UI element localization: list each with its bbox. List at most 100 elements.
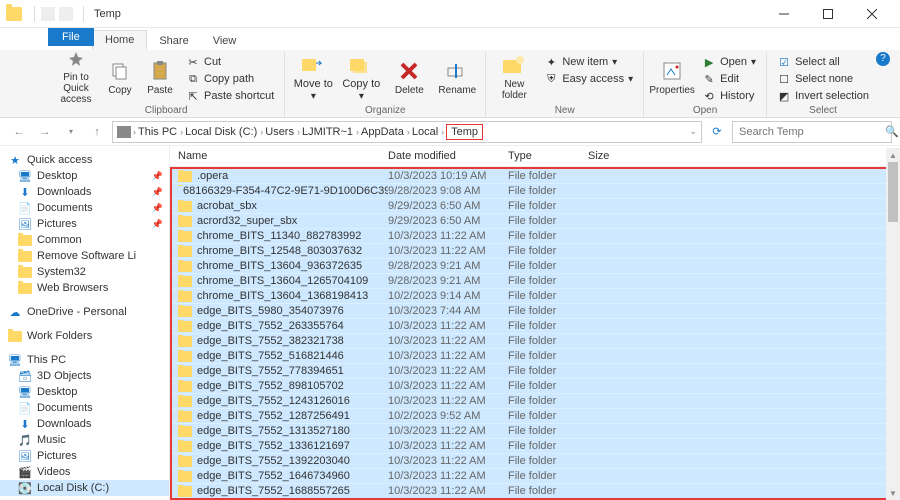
sidebar-item[interactable]: System32 [0, 264, 169, 280]
up-button[interactable]: ↑ [86, 121, 108, 143]
table-row[interactable]: edge_BITS_7552_77839465110/3/2023 11:22 … [172, 364, 898, 379]
tab-home[interactable]: Home [92, 30, 147, 50]
sidebar-item[interactable]: 🖼Pictures [0, 448, 169, 464]
table-row[interactable]: acrord32_super_sbx9/29/2023 6:50 AMFile … [172, 214, 898, 229]
new-folder-button[interactable]: New folder [492, 52, 536, 102]
sidebar-item[interactable]: 🗃3D Objects [0, 368, 169, 384]
col-name[interactable]: Name [178, 150, 388, 162]
table-row[interactable]: chrome_BITS_12548_80303763210/3/2023 11:… [172, 244, 898, 259]
select-none-button[interactable]: ☐Select none [773, 71, 873, 87]
table-row[interactable]: .opera10/3/2023 10:19 AMFile folder [172, 169, 898, 184]
table-row[interactable]: chrome_BITS_13604_9363726359/28/2023 9:2… [172, 259, 898, 274]
sidebar-this-pc[interactable]: 🖥This PC [0, 352, 169, 368]
close-button[interactable] [850, 0, 894, 28]
sidebar-item[interactable]: 📄Documents📌 [0, 200, 169, 216]
col-type[interactable]: Type [508, 150, 588, 162]
invert-selection-button[interactable]: ◩Invert selection [773, 88, 873, 104]
sidebar-onedrive[interactable]: ☁OneDrive - Personal [0, 304, 169, 320]
table-row[interactable]: edge_BITS_7552_51682144610/3/2023 11:22 … [172, 349, 898, 364]
breadcrumb-seg[interactable]: Local› [412, 126, 444, 138]
scroll-down-icon[interactable]: ▼ [886, 486, 900, 500]
cut-button[interactable]: ✂Cut [182, 54, 278, 70]
pin-button[interactable]: Pin to Quick access [54, 52, 98, 102]
help-icon[interactable]: ? [876, 52, 890, 66]
table-row[interactable]: edge_BITS_7552_164673496010/3/2023 11:22… [172, 469, 898, 484]
table-row[interactable]: edge_BITS_7552_139220304010/3/2023 11:22… [172, 454, 898, 469]
recent-button[interactable]: ▾ [60, 121, 82, 143]
scroll-thumb[interactable] [888, 162, 898, 222]
minimize-button[interactable] [762, 0, 806, 28]
scrollbar[interactable]: ▲ ▼ [886, 148, 900, 500]
sidebar-item[interactable]: 🖥Desktop [0, 384, 169, 400]
paste-shortcut-button[interactable]: ⇱Paste shortcut [182, 88, 278, 104]
window-title: Temp [94, 8, 121, 20]
easy-access-button[interactable]: ⛨Easy access ▾ [540, 71, 637, 87]
open-button[interactable]: ▶Open ▾ [698, 54, 760, 70]
breadcrumb-dropdown[interactable]: ⌄ [689, 126, 697, 137]
search-box[interactable]: 🔍 [732, 121, 892, 143]
tab-share[interactable]: Share [147, 32, 200, 50]
properties-button[interactable]: Properties [650, 52, 694, 102]
rename-button[interactable]: Rename [435, 52, 479, 102]
qat-icon[interactable] [59, 7, 73, 21]
sidebar-item[interactable]: ⬇Downloads📌 [0, 184, 169, 200]
scroll-up-icon[interactable]: ▲ [886, 148, 900, 162]
sidebar-item[interactable]: Common [0, 232, 169, 248]
table-row[interactable]: edge_BITS_7552_124312601610/3/2023 11:22… [172, 394, 898, 409]
breadcrumb-seg[interactable]: Local Disk (C:)› [185, 126, 263, 138]
maximize-button[interactable] [806, 0, 850, 28]
qat-icon[interactable] [41, 7, 55, 21]
sidebar-item[interactable]: 🖼Pictures📌 [0, 216, 169, 232]
sidebar-item[interactable]: 🎬Videos [0, 464, 169, 480]
copy-path-button[interactable]: ⧉Copy path [182, 71, 278, 87]
table-row[interactable]: edge_BITS_7552_128725649110/2/2023 9:52 … [172, 409, 898, 424]
table-row[interactable]: edge_BITS_5980_35407397610/3/2023 7:44 A… [172, 304, 898, 319]
breadcrumb-seg[interactable]: Users› [265, 126, 300, 138]
refresh-button[interactable]: ⟳ [706, 121, 728, 143]
col-date[interactable]: Date modified [388, 150, 508, 162]
table-row[interactable]: edge_BITS_7552_26335576410/3/2023 11:22 … [172, 319, 898, 334]
table-row[interactable]: edge_BITS_7552_168855726510/3/2023 11:22… [172, 484, 898, 499]
paste-button[interactable]: Paste [142, 52, 178, 102]
tab-view[interactable]: View [201, 32, 249, 50]
file-name: .opera [197, 170, 228, 182]
sidebar-item[interactable]: 💽Local Disk (C:) [0, 480, 169, 496]
move-to-button[interactable]: Move to ▾ [291, 52, 335, 102]
copy-to-button[interactable]: Copy to ▾ [339, 52, 383, 102]
col-size[interactable]: Size [588, 150, 648, 162]
sidebar-item[interactable]: 📄Documents [0, 400, 169, 416]
sidebar-item[interactable]: Remove Software Li [0, 248, 169, 264]
sidebar-workfolders[interactable]: Work Folders [0, 328, 169, 344]
table-row[interactable]: chrome_BITS_13604_12657041099/28/2023 9:… [172, 274, 898, 289]
sidebar-item[interactable]: Web Browsers [0, 280, 169, 296]
sidebar-quick-access[interactable]: ★Quick access [0, 152, 169, 168]
search-input[interactable] [739, 126, 881, 138]
table-row[interactable]: edge_BITS_7552_38232173810/3/2023 11:22 … [172, 334, 898, 349]
new-item-button[interactable]: ✦New item ▾ [540, 54, 637, 70]
breadcrumb-seg[interactable]: LJMITR~1› [302, 126, 359, 138]
sidebar-item[interactable]: 🎵Music [0, 432, 169, 448]
file-list[interactable]: .opera10/3/2023 10:19 AMFile folder68166… [170, 167, 900, 500]
breadcrumb-seg[interactable]: AppData› [361, 126, 410, 138]
table-row[interactable]: chrome_BITS_11340_88278399210/3/2023 11:… [172, 229, 898, 244]
table-row[interactable]: chrome_BITS_13604_136819841310/2/2023 9:… [172, 289, 898, 304]
copy-button[interactable]: Copy [102, 52, 138, 102]
breadcrumb-seg[interactable]: This PC› [138, 126, 183, 138]
sidebar-item[interactable]: 🖥Desktop📌 [0, 168, 169, 184]
table-row[interactable]: edge_BITS_7552_131352718010/3/2023 11:22… [172, 424, 898, 439]
delete-button[interactable]: Delete [387, 52, 431, 102]
history-button[interactable]: ⟲History [698, 88, 760, 104]
breadcrumb-seg-current[interactable]: Temp [446, 124, 483, 140]
table-row[interactable]: 68166329-F354-47C2-9E71-9D100D6C39049/28… [172, 184, 898, 199]
table-row[interactable]: acrobat_sbx9/29/2023 6:50 AMFile folder [172, 199, 898, 214]
tab-file[interactable]: File [48, 28, 94, 46]
select-all-button[interactable]: ☑Select all [773, 54, 873, 70]
forward-button[interactable]: → [34, 121, 56, 143]
edit-button[interactable]: ✎Edit [698, 71, 760, 87]
column-headers[interactable]: Name Date modified Type Size [170, 146, 900, 167]
breadcrumb[interactable]: › This PC› Local Disk (C:)› Users› LJMIT… [112, 121, 702, 143]
table-row[interactable]: edge_BITS_7552_133612169710/3/2023 11:22… [172, 439, 898, 454]
sidebar-item[interactable]: ⬇Downloads [0, 416, 169, 432]
back-button[interactable]: ← [8, 121, 30, 143]
table-row[interactable]: edge_BITS_7552_89810570210/3/2023 11:22 … [172, 379, 898, 394]
